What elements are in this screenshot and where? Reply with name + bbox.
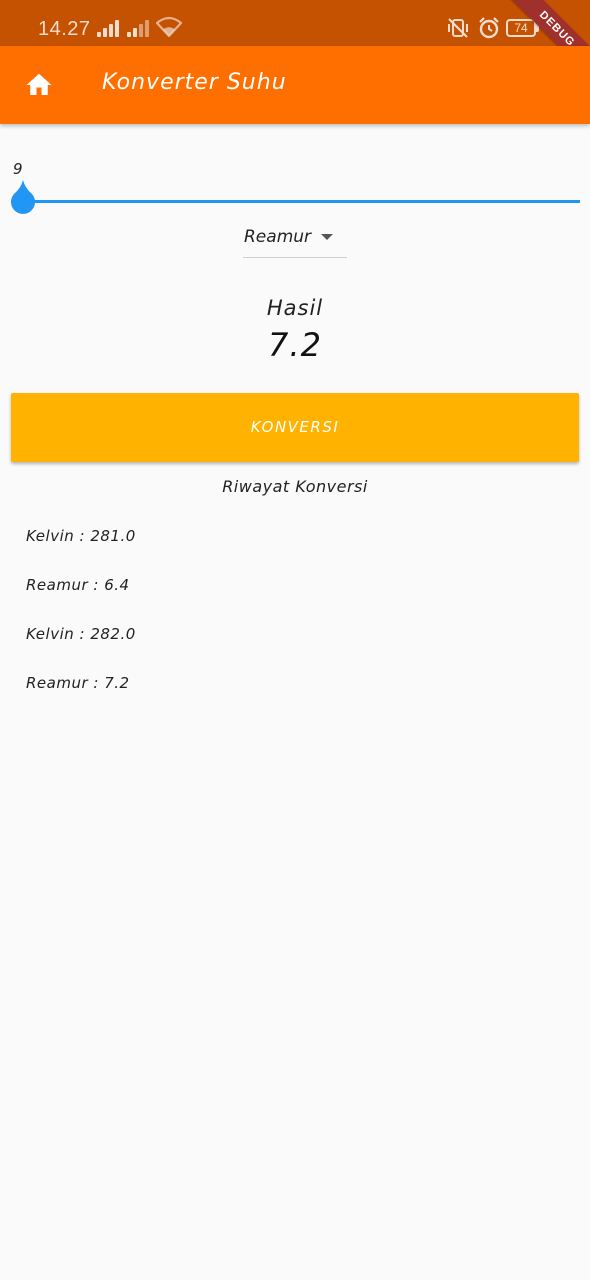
battery-icon: 74 [506,19,536,37]
signal-strength-icon [127,19,151,37]
app-bar: Konverter Suhu [0,46,590,124]
vibrate-mute-icon [448,18,468,38]
unit-dropdown[interactable]: Reamur [243,222,347,258]
list-item: Reamur : 6.4 [26,576,130,594]
list-item: Kelvin : 282.0 [26,625,136,643]
slider-track[interactable] [28,200,580,203]
list-item: Reamur : 7.2 [26,674,130,692]
result-label: Hasil [266,296,324,320]
home-icon[interactable] [24,70,54,100]
slider-value-label: 9 [13,160,23,178]
slider-thumb[interactable] [8,178,38,216]
dropdown-selected-value: Reamur [244,227,312,247]
chevron-down-icon [321,234,333,240]
signal-strength-icon [97,19,121,37]
convert-button[interactable]: KONVERSI [11,393,579,462]
app-title: Konverter Suhu [102,70,287,95]
list-item: Kelvin : 281.0 [26,527,136,545]
wifi-icon [156,16,182,38]
status-time: 14.27 [38,18,91,40]
history-title: Riwayat Konversi [222,477,368,496]
temperature-slider[interactable]: 9 [8,150,582,220]
alarm-clock-icon [479,17,499,39]
result-value: 7.2 [268,326,322,364]
history-list: Kelvin : 281.0 Reamur : 6.4 Kelvin : 282… [26,525,566,721]
status-bar: 14.27 74 DEBUG [0,0,590,46]
